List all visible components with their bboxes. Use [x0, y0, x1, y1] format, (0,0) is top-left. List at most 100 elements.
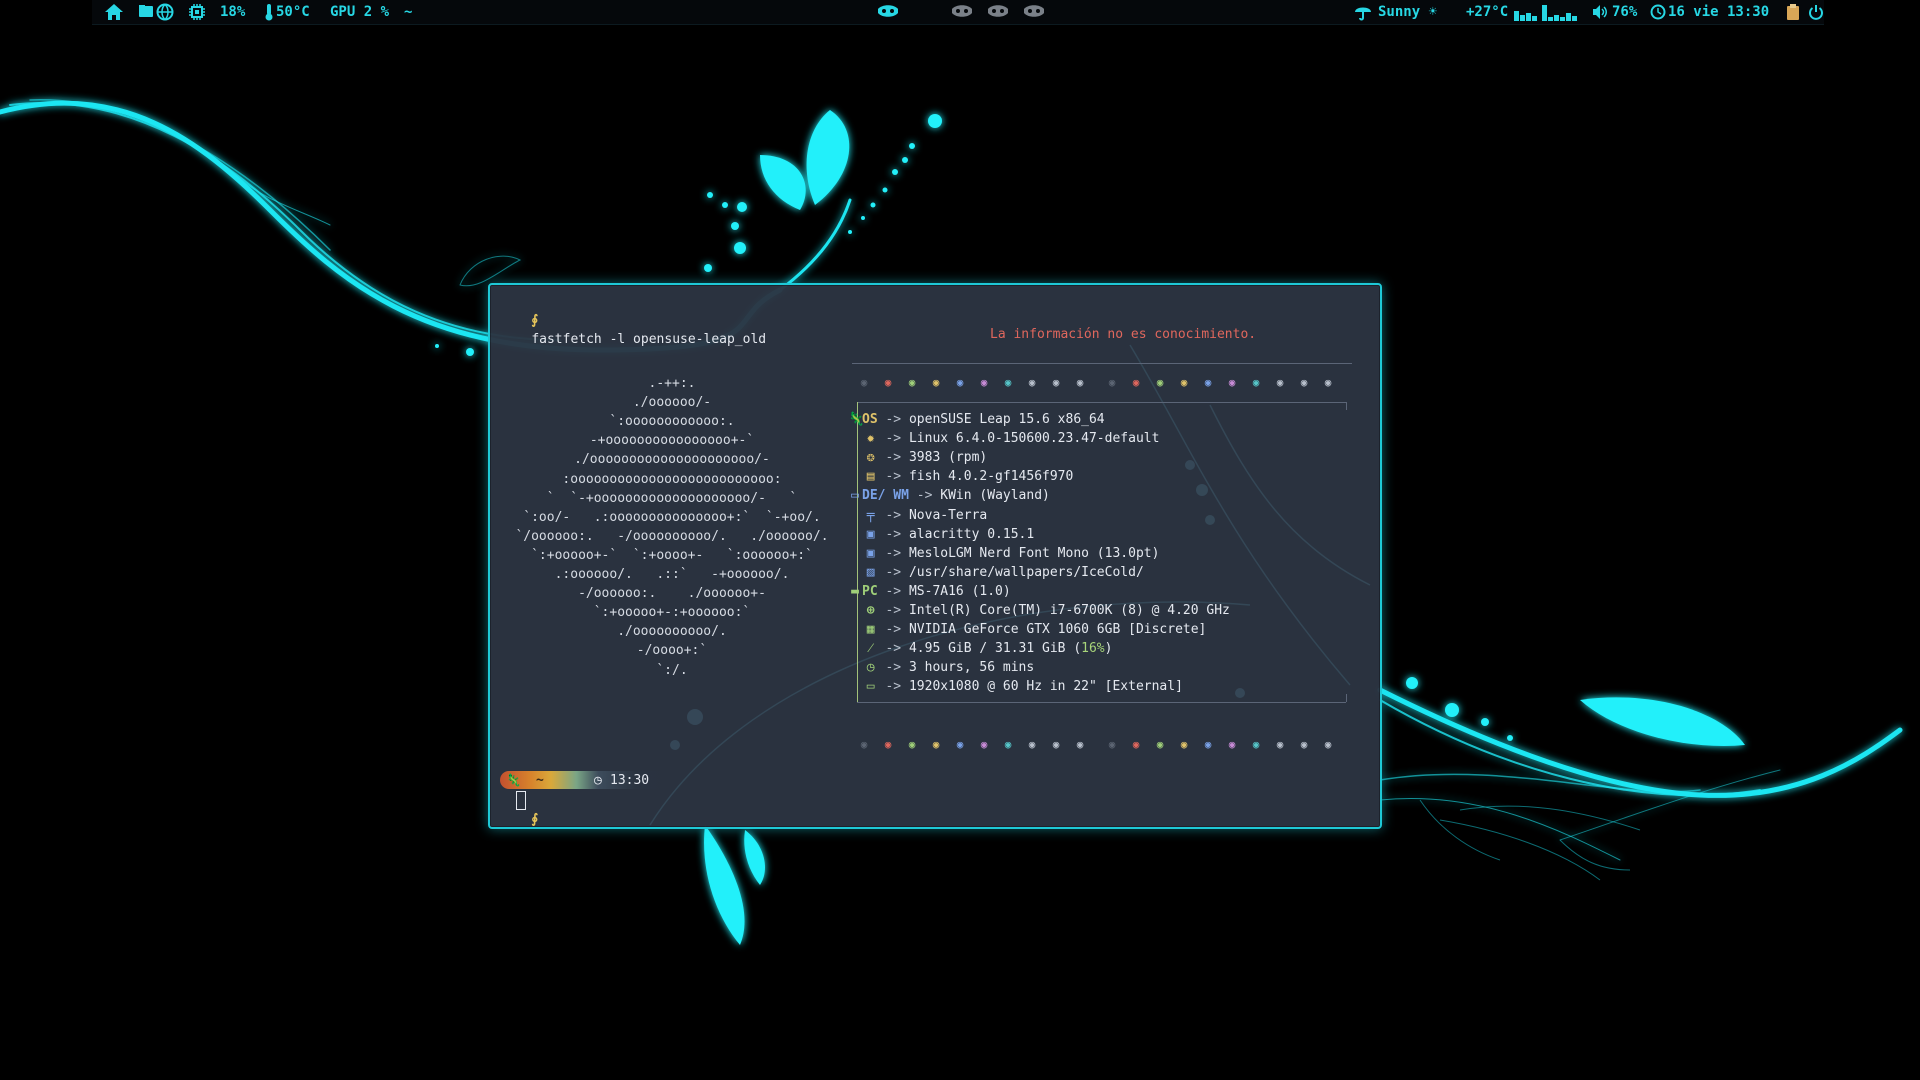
cpu-icon	[188, 3, 206, 21]
cpu-temperature: 50°C	[276, 4, 310, 20]
info-value: alacritty 0.15.1	[908, 526, 1035, 542]
info-arrow: ->	[885, 660, 902, 676]
info-row: ⁄ -> 4.95 GiB / 31.31 GiB (16%)	[848, 639, 1113, 658]
ascii-logo-line: `/oooooo:. -/oooooooooo/. ./oooooo/.	[515, 528, 829, 544]
clipboard-icon[interactable]	[1786, 3, 1800, 21]
info-value: Linux 6.4.0-150600.23.47-default	[908, 431, 1160, 447]
info-value: KWin (Wayland)	[940, 488, 1050, 504]
workspace-4-icon[interactable]	[1022, 3, 1046, 21]
color-dots-bottom: ◉ ◉ ◉ ◉ ◉ ◉ ◉ ◉ ◉ ◉ ◉ ◉ ◉ ◉ ◉ ◉ ◉ ◉ ◉ ◉	[852, 735, 1340, 754]
ascii-logo-line: `:oooooooooooo:.	[609, 414, 735, 430]
ascii-logo-line: ` `-+oooooooooooooooooooo/- `	[546, 490, 798, 506]
prompt-clock-icon: ◷	[594, 773, 602, 788]
info-row: ▭ DE/ WM -> KWin (Wayland)	[848, 486, 1050, 505]
package-icon: ❂	[866, 450, 875, 466]
terminal-window-icon: ▣	[866, 526, 875, 542]
color-dot: ◉	[1052, 376, 1060, 389]
info-row: ⊕ -> Intel(R) Core(TM) i7-6700K (8) @ 4.…	[848, 601, 1230, 620]
color-dot: ◉	[1300, 376, 1308, 389]
info-arrow: ->	[885, 469, 902, 485]
color-dot: ◉	[1252, 738, 1260, 751]
gecko-icon: 🦎	[506, 773, 521, 787]
info-value: MesloLGM Nerd Font Mono (13.0pt)	[908, 545, 1160, 561]
info-value: fish 4.0.2-gf1456f970	[908, 469, 1074, 485]
box-right-tick-top	[1346, 402, 1347, 410]
ascii-logo-line: `:/.	[656, 662, 688, 678]
fastfetch-quote: La información no es conocimiento.	[990, 327, 1257, 342]
prompt-powerline: 🦎 ~ ◷ 13:30	[500, 771, 670, 789]
workspace-2-icon[interactable]	[950, 3, 974, 21]
info-row: ▨ -> /usr/share/wallpapers/IceCold/	[848, 563, 1144, 582]
ascii-logo-line: `:+ooooo+-:+oooooo:`	[593, 605, 751, 621]
top-panel: 18% 50°C GPU 2 % ~ Sunny ☀ +27°C 76% 16	[92, 0, 1824, 25]
info-arrow: ->	[885, 641, 902, 657]
umbrella-icon	[1354, 3, 1372, 21]
info-arrow: ->	[885, 564, 902, 580]
gear-icon: ✹	[866, 431, 875, 447]
info-value: MS-7A16 (1.0)	[908, 583, 1011, 599]
memory-close-paren: )	[1104, 641, 1113, 657]
weather-status[interactable]: Sunny ☀	[1378, 3, 1437, 21]
info-row: ▬ PC -> MS-7A16 (1.0)	[848, 582, 1011, 601]
info-value: 1920x1080 @ 60 Hz in 22" [External]	[908, 679, 1183, 695]
color-dot: ◉	[1108, 376, 1116, 389]
info-row: ▣ -> alacritty 0.15.1	[848, 525, 1034, 544]
workspace-3-icon[interactable]	[986, 3, 1010, 21]
chameleon-icon: 🦎	[848, 412, 865, 427]
color-dot: ◉	[1252, 376, 1260, 389]
info-key: OS	[862, 412, 878, 427]
cpu-usage: 18%	[220, 4, 246, 20]
color-dot: ◉	[1004, 376, 1012, 389]
color-dot: ◉	[1324, 738, 1332, 751]
date-time[interactable]: 16 vie 13:30	[1668, 3, 1769, 21]
color-dot: ◉	[1276, 376, 1284, 389]
info-key: DE/ WM	[862, 488, 909, 504]
color-dot: ◉	[1156, 738, 1164, 751]
info-row: ❂ -> 3983 (rpm)	[848, 448, 988, 467]
ascii-logo-line: -/oooo+:`	[636, 643, 708, 659]
info-arrow: ->	[885, 603, 902, 618]
info-value: 3 hours, 56 mins	[908, 660, 1035, 676]
color-dot: ◉	[980, 738, 988, 751]
cpu-icon: ⊕	[866, 603, 875, 618]
panel-tilde: ~	[404, 4, 413, 20]
memory-percent: 16%	[1081, 641, 1105, 657]
color-dot: ◉	[908, 738, 916, 751]
color-dot: ◉	[932, 738, 940, 751]
outside-temperature: +27°C	[1466, 4, 1509, 20]
volume-icon[interactable]	[1592, 3, 1608, 21]
info-arrow: ->	[885, 583, 902, 599]
ascii-logo-line: :oooooooooooooooooooooooooo:	[562, 471, 782, 487]
ascii-logo-line: ./ooooooooooooooooooooo/-	[574, 452, 770, 468]
color-dot: ◉	[1028, 376, 1036, 389]
color-dot: ◉	[1052, 738, 1060, 751]
info-value: 3983 (rpm)	[908, 450, 988, 466]
color-dot: ◉	[1156, 376, 1164, 389]
info-value: 4.95 GiB / 31.31 GiB (	[908, 641, 1082, 657]
prompt-glyph: ∮	[531, 313, 539, 328]
workspace-1-icon[interactable]	[876, 3, 900, 21]
volume-level[interactable]: 76%	[1612, 3, 1637, 21]
box-bottom-border	[857, 702, 1346, 703]
info-row: ▤ -> fish 4.0.2-gf1456f970	[848, 467, 1074, 486]
globe-icon[interactable]	[156, 3, 174, 21]
color-dot: ◉	[1004, 738, 1012, 751]
info-arrow: ->	[885, 450, 902, 466]
power-icon[interactable]	[1808, 3, 1824, 21]
home-icon[interactable]	[104, 3, 124, 21]
terminal-window[interactable]: ∮ fastfetch -l opensuse-leap_old La info…	[488, 283, 1382, 829]
info-arrow: ->	[885, 622, 902, 638]
command-line: ∮ fastfetch -l opensuse-leap_old	[500, 292, 766, 368]
folder-icon[interactable]	[138, 3, 154, 21]
image-icon: ▨	[866, 564, 875, 580]
info-arrow: ->	[885, 507, 902, 523]
info-row: ╤ -> Nova-Terra	[848, 506, 988, 525]
prompt-glyph-2: ∮	[531, 812, 539, 827]
color-dot: ◉	[1324, 376, 1332, 389]
ascii-logo-line: -/oooooo:. ./oooooo+-	[578, 586, 766, 602]
memory-icon: ⁄	[869, 641, 872, 657]
monitor-icon: ▭	[866, 679, 875, 695]
color-dot: ◉	[1228, 376, 1236, 389]
color-dot: ◉	[1180, 376, 1188, 389]
color-dot: ◉	[908, 376, 916, 389]
